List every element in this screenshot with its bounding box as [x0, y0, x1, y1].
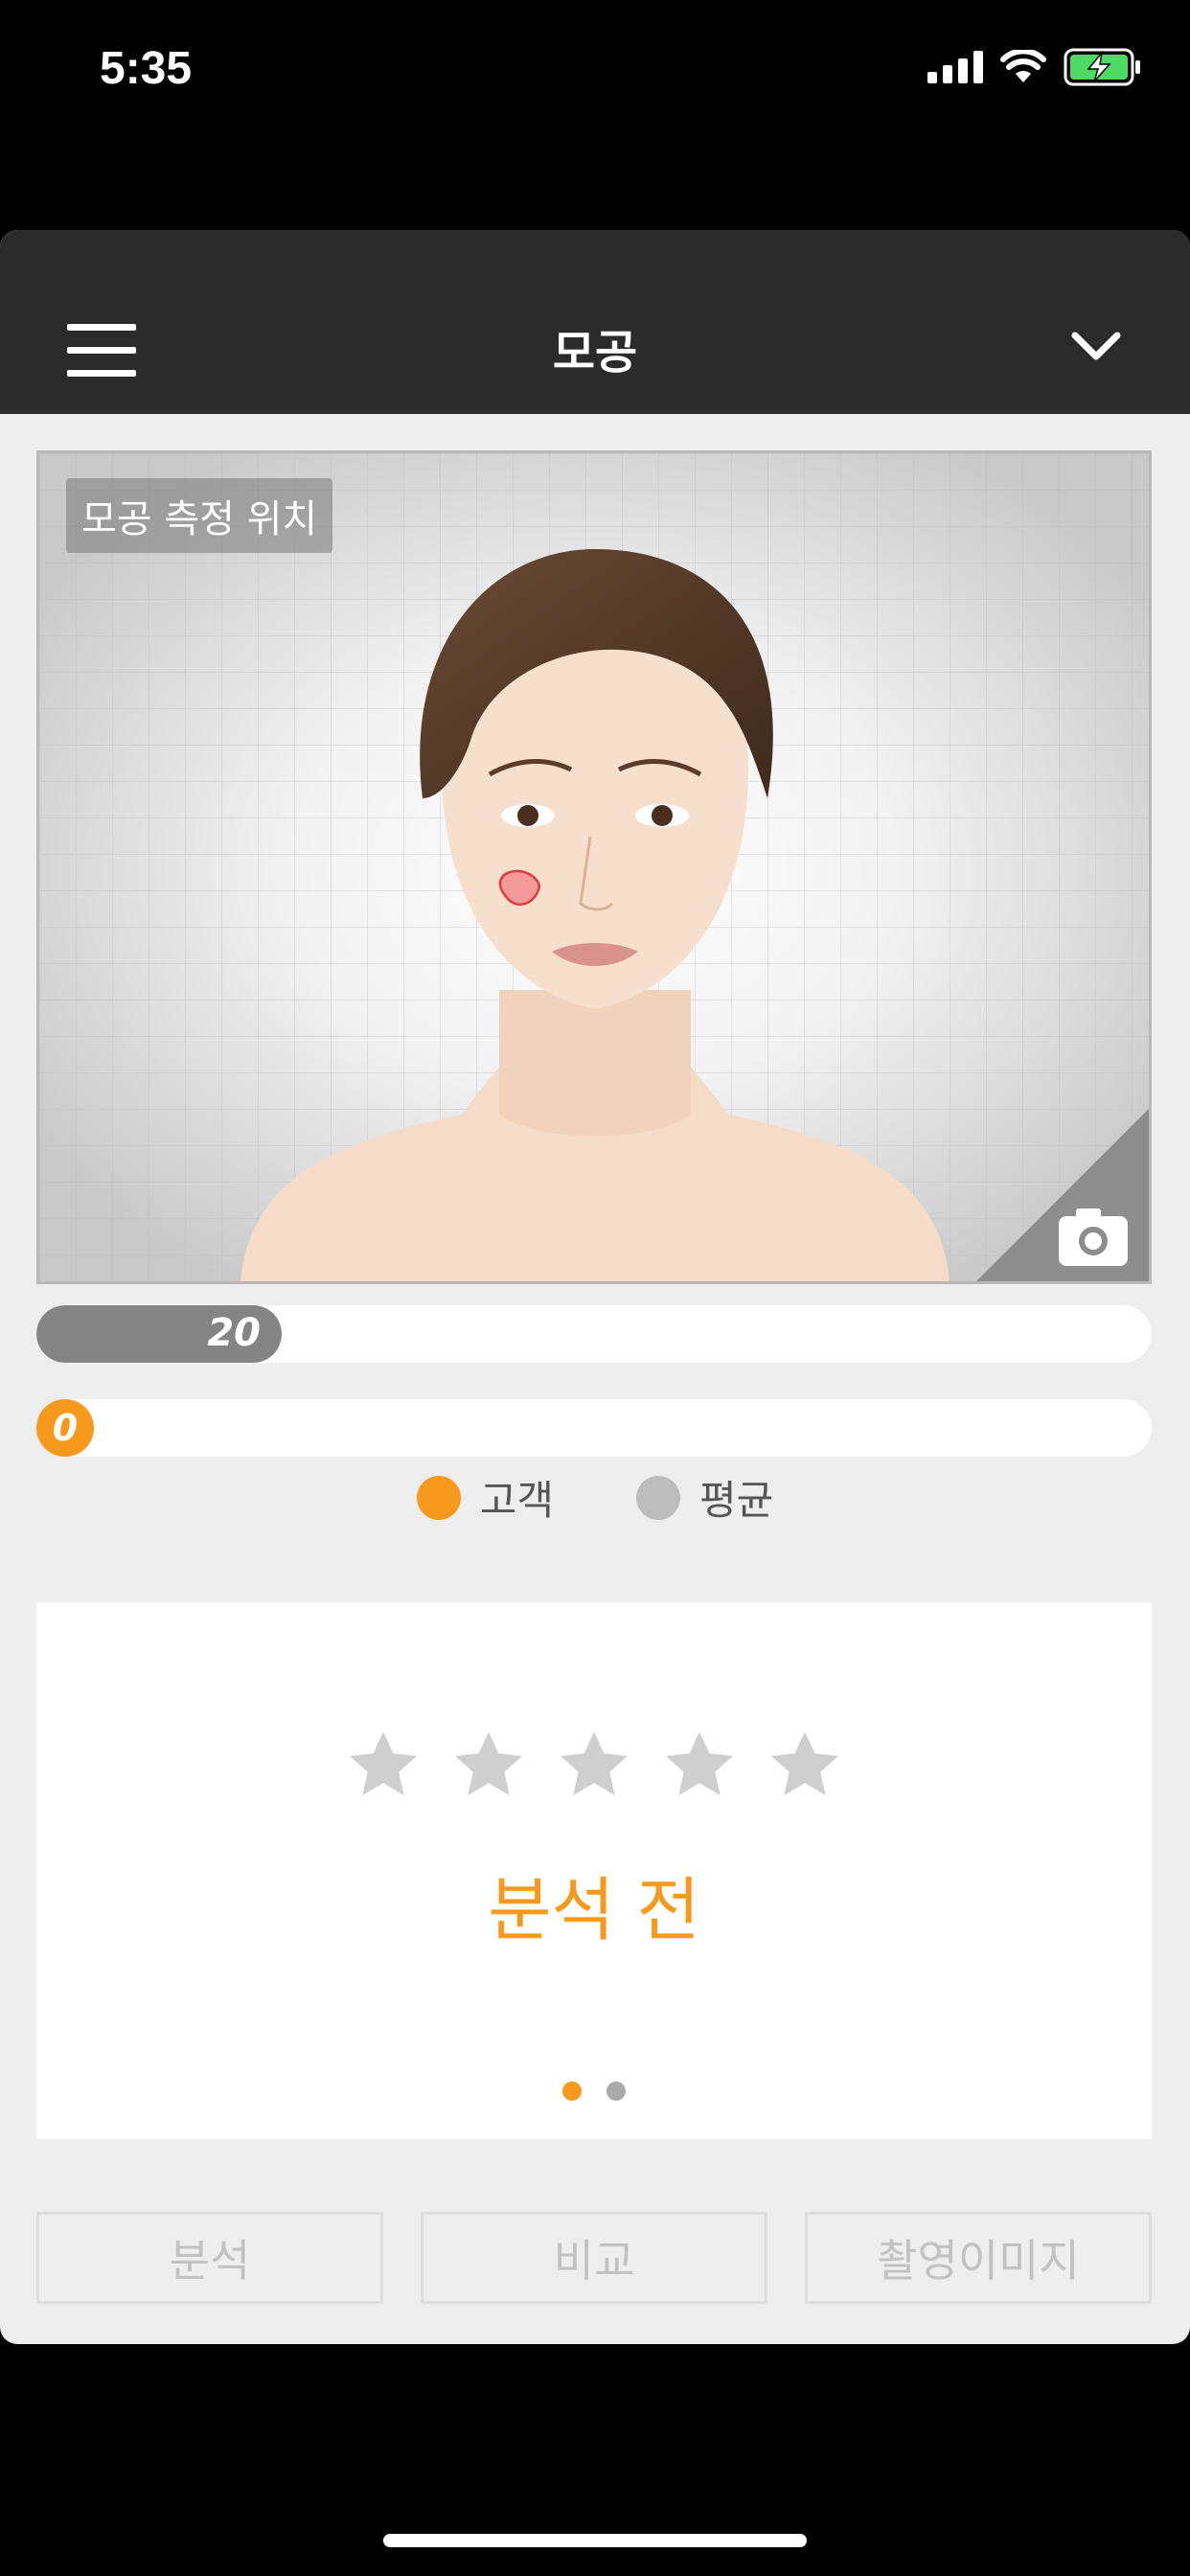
- legend-dot-average: [636, 1475, 680, 1520]
- page-dot[interactable]: [606, 2082, 626, 2101]
- compare-button[interactable]: 비교: [421, 2212, 767, 2304]
- signal-icon: [927, 51, 983, 83]
- status-bar: 5:35: [0, 0, 1190, 144]
- customer-gauge: [36, 1399, 1152, 1457]
- wifi-icon: [1000, 50, 1046, 82]
- legend-label-customer: 고객: [479, 1477, 554, 1524]
- home-indicator[interactable]: [383, 2534, 807, 2547]
- average-value: 20: [207, 1311, 261, 1355]
- star-icon: [455, 1732, 522, 1796]
- app-header: 모공: [0, 230, 1190, 414]
- app-card: 모공 모공 측정 위치 20 0 고객 평균 분석 전 분석 비교 촬영이미지: [0, 230, 1190, 2344]
- average-gauge: 20: [36, 1305, 1152, 1363]
- legend-item-customer: 고객: [416, 1468, 554, 1527]
- analyze-button[interactable]: 분석: [36, 2212, 383, 2304]
- page-indicator: [36, 2082, 1152, 2101]
- legend: 고객 평균: [0, 1468, 1190, 1527]
- captured-images-button[interactable]: 촬영이미지: [805, 2212, 1152, 2304]
- measurement-position-label: 모공 측정 위치: [66, 478, 333, 553]
- legend-dot-customer: [416, 1475, 461, 1520]
- star-icon: [771, 1732, 838, 1796]
- face-measurement-panel: 모공 측정 위치: [36, 450, 1152, 1284]
- result-card[interactable]: 분석 전: [36, 1602, 1152, 2139]
- bottom-button-bar: 분석 비교 촬영이미지: [36, 2212, 1152, 2304]
- page-title: 모공: [552, 326, 638, 380]
- star-icon: [666, 1732, 733, 1796]
- battery-charging-icon: [1064, 48, 1140, 86]
- star-icon: [350, 1732, 417, 1796]
- star-icon: [561, 1732, 628, 1796]
- camera-button[interactable]: [976, 1109, 1149, 1281]
- status-icons: [927, 48, 1142, 86]
- page-dot[interactable]: [562, 2082, 582, 2101]
- average-gauge-fill: 20: [36, 1305, 282, 1363]
- camera-icon: [1059, 1208, 1128, 1266]
- legend-label-average: 평균: [699, 1477, 774, 1524]
- result-status: 분석 전: [488, 1870, 700, 1950]
- legend-item-average: 평균: [636, 1468, 773, 1527]
- star-rating: [36, 1727, 1152, 1804]
- chevron-down-icon[interactable]: [1069, 326, 1123, 368]
- status-time: 5:35: [100, 43, 193, 94]
- customer-value: 0: [36, 1399, 94, 1457]
